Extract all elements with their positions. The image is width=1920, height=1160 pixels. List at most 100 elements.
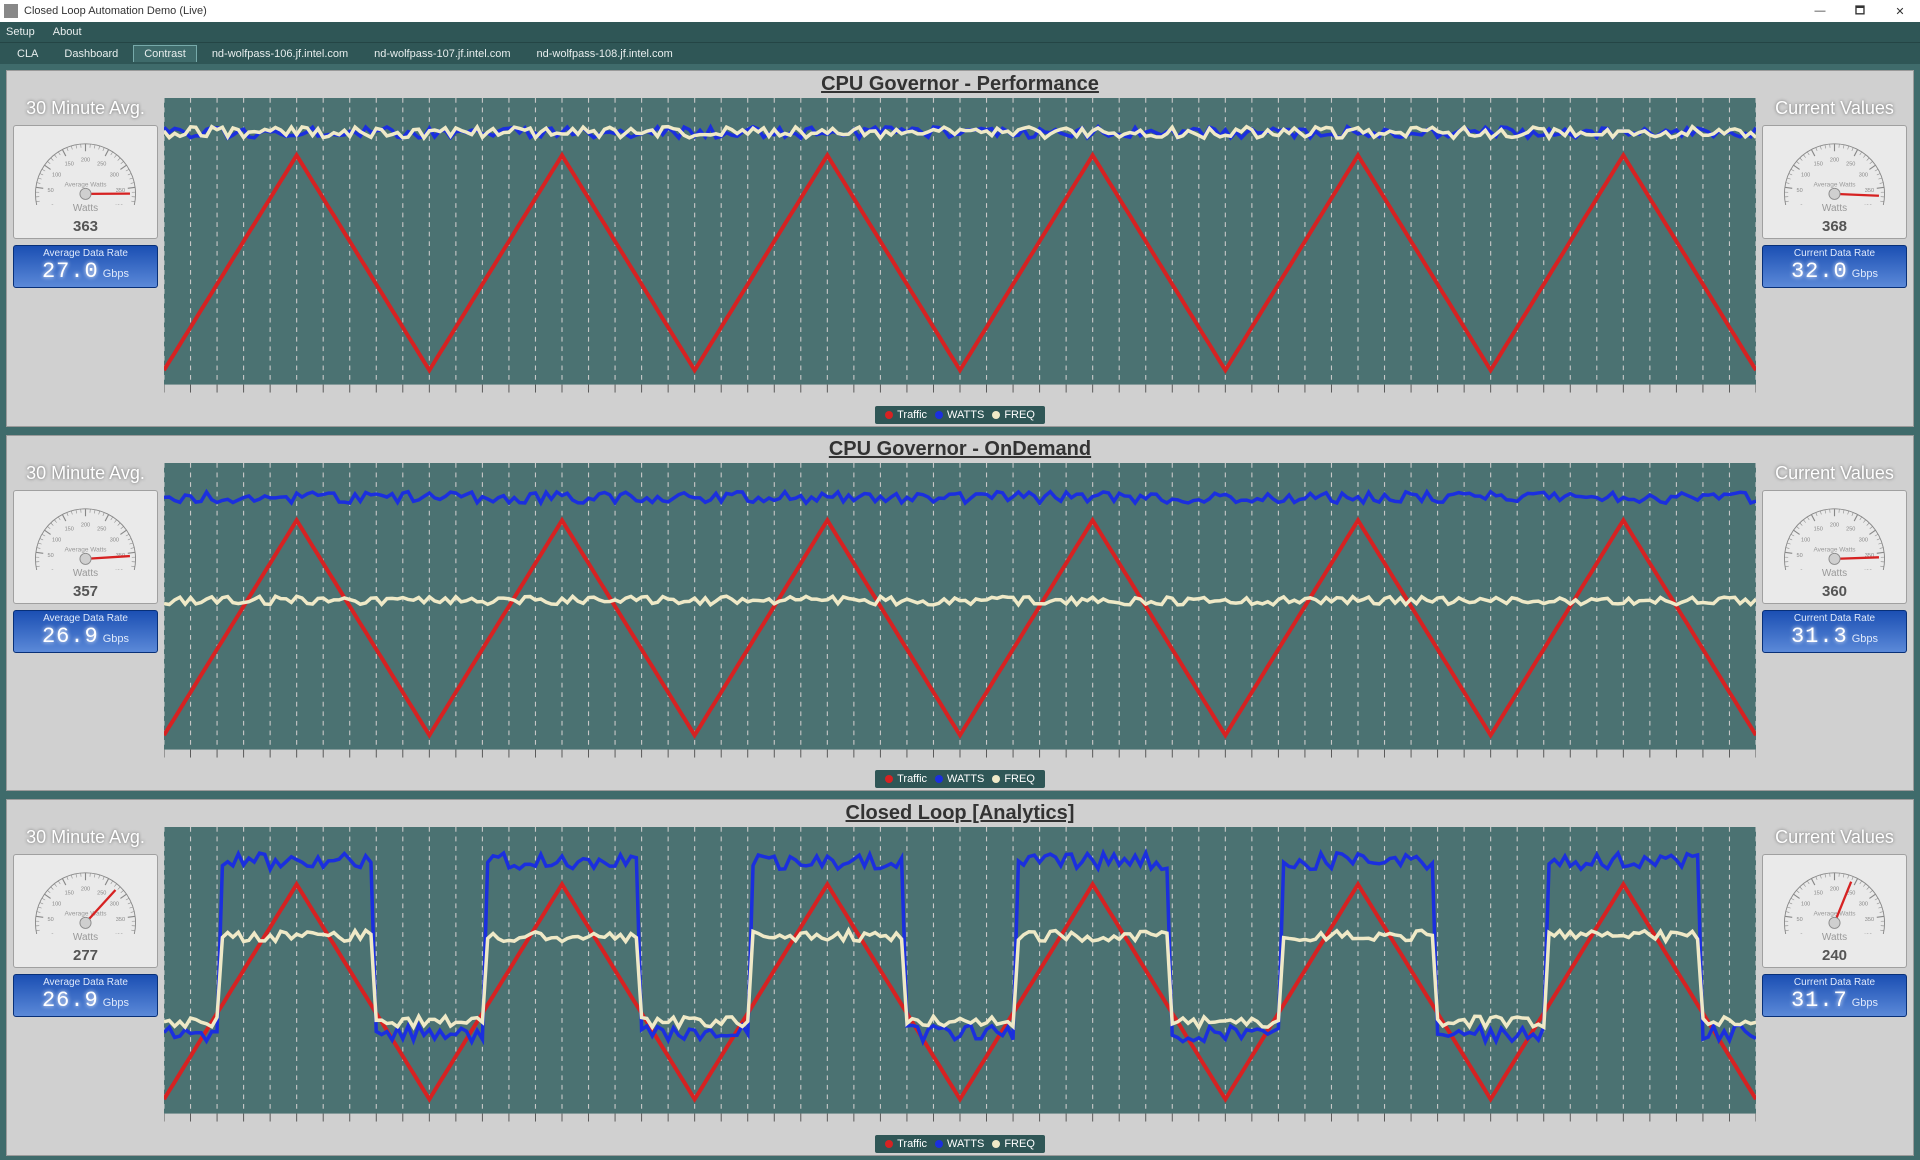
gauge-value: 368 (1822, 218, 1847, 235)
right-watts-gauge: 050100150200250300350400Average WattsWat… (1762, 125, 1907, 239)
gauge-unit: Watts (1822, 568, 1847, 579)
panel-body: 30 Minute Avg.050100150200250300350400Av… (7, 98, 1913, 426)
svg-text:200: 200 (81, 522, 90, 528)
rate-label: Average Data Rate (18, 248, 153, 259)
svg-text:150: 150 (1814, 526, 1823, 532)
rate-unit: Gbps (103, 633, 129, 645)
tab-cla[interactable]: CLA (6, 45, 49, 63)
svg-text:100: 100 (1801, 537, 1810, 543)
svg-text:100: 100 (52, 537, 61, 543)
svg-text:50: 50 (47, 188, 53, 194)
legend-item-traffic: Traffic (885, 1138, 927, 1150)
svg-text:350: 350 (1865, 917, 1874, 923)
left-side-column: 30 Minute Avg.050100150200250300350400Av… (13, 98, 158, 424)
left-side-heading: 30 Minute Avg. (13, 463, 158, 484)
left-watts-gauge: 050100150200250300350400Average WattsWat… (13, 854, 158, 968)
rate-unit: Gbps (1852, 997, 1878, 1009)
left-side-heading: 30 Minute Avg. (13, 827, 158, 848)
left-side-column: 30 Minute Avg.050100150200250300350400Av… (13, 463, 158, 789)
legend-item-traffic: Traffic (885, 409, 927, 421)
svg-text:50: 50 (1796, 188, 1802, 194)
left-data-rate-lcd: Average Data Rate26.9 Gbps (13, 610, 158, 653)
app-icon (4, 4, 18, 18)
gauge-unit: Watts (73, 203, 98, 214)
panel-2: Closed Loop [Analytics]30 Minute Avg.050… (6, 799, 1914, 1156)
svg-text:300: 300 (1859, 902, 1868, 908)
left-data-rate-lcd: Average Data Rate27.0Gbps (13, 245, 158, 288)
tab-nd-wolfpass-107-jf-intel-com[interactable]: nd-wolfpass-107.jf.intel.com (363, 45, 521, 63)
svg-text:250: 250 (97, 526, 106, 532)
left-data-rate-lcd: Average Data Rate26.9Gbps (13, 974, 158, 1017)
svg-text:350: 350 (116, 917, 125, 923)
svg-text:200: 200 (81, 887, 90, 893)
svg-text:100: 100 (1801, 902, 1810, 908)
left-side-heading: 30 Minute Avg. (13, 98, 158, 119)
rate-value: 32.0 (1791, 259, 1848, 284)
legend-item-traffic: Traffic (885, 773, 927, 785)
right-side-column: Current Values050100150200250300350400Av… (1762, 98, 1907, 424)
time-series-chart: Traffic WATTS FREQ (164, 98, 1756, 424)
rate-unit: Gbps (1852, 268, 1878, 280)
legend-item-watts: WATTS (935, 773, 984, 785)
gauge-value: 363 (73, 218, 98, 235)
tab-contrast[interactable]: Contrast (133, 45, 197, 62)
svg-text:150: 150 (65, 891, 74, 897)
svg-text:150: 150 (65, 161, 74, 167)
maximize-button[interactable]: 🗖 (1840, 2, 1880, 21)
svg-text:100: 100 (1801, 172, 1810, 178)
legend-item-freq: FREQ (992, 409, 1035, 421)
titlebar: Closed Loop Automation Demo (Live) — 🗖 ✕ (0, 0, 1920, 22)
svg-text:150: 150 (1814, 891, 1823, 897)
rate-label: Current Data Rate (1767, 613, 1902, 624)
panel-title: CPU Governor - Performance (7, 71, 1913, 98)
chart-legend: Traffic WATTS FREQ (875, 770, 1045, 788)
right-data-rate-lcd: Current Data Rate31.3Gbps (1762, 610, 1907, 653)
svg-text:100: 100 (52, 902, 61, 908)
tab-nd-wolfpass-106-jf-intel-com[interactable]: nd-wolfpass-106.jf.intel.com (201, 45, 359, 63)
menu-about[interactable]: About (53, 26, 82, 38)
left-watts-gauge: 050100150200250300350400Average WattsWat… (13, 125, 158, 239)
right-side-heading: Current Values (1762, 463, 1907, 484)
minimize-button[interactable]: — (1800, 5, 1840, 17)
svg-text:Average Watts: Average Watts (64, 181, 106, 188)
window-title: Closed Loop Automation Demo (Live) (24, 5, 207, 17)
svg-text:200: 200 (81, 157, 90, 163)
menubar: Setup About (0, 22, 1920, 42)
right-side-heading: Current Values (1762, 827, 1907, 848)
svg-text:200: 200 (1830, 522, 1839, 528)
rate-value: 26.9 (42, 624, 99, 649)
svg-text:Average Watts: Average Watts (1813, 546, 1855, 553)
right-side-column: Current Values050100150200250300350400Av… (1762, 827, 1907, 1153)
svg-text:300: 300 (110, 172, 119, 178)
svg-text:50: 50 (1796, 917, 1802, 923)
svg-text:200: 200 (1830, 157, 1839, 163)
svg-text:50: 50 (47, 553, 53, 559)
svg-text:50: 50 (47, 917, 53, 923)
svg-text:50: 50 (1796, 553, 1802, 559)
svg-text:300: 300 (1859, 172, 1868, 178)
right-watts-gauge: 050100150200250300350400Average WattsWat… (1762, 854, 1907, 968)
svg-text:Average Watts: Average Watts (1813, 181, 1855, 188)
svg-text:100: 100 (52, 172, 61, 178)
panel-body: 30 Minute Avg.050100150200250300350400Av… (7, 827, 1913, 1155)
svg-text:300: 300 (110, 902, 119, 908)
tab-dashboard[interactable]: Dashboard (53, 45, 129, 63)
close-button[interactable]: ✕ (1880, 5, 1920, 18)
panels-container: CPU Governor - Performance30 Minute Avg.… (0, 64, 1920, 1160)
panel-title: Closed Loop [Analytics] (7, 800, 1913, 827)
legend-item-freq: FREQ (992, 1138, 1035, 1150)
svg-text:250: 250 (1846, 526, 1855, 532)
legend-item-freq: FREQ (992, 773, 1035, 785)
chart-legend: Traffic WATTS FREQ (875, 406, 1045, 424)
right-side-heading: Current Values (1762, 98, 1907, 119)
time-series-chart: TrafficWATTSFREQ (164, 827, 1756, 1153)
menu-setup[interactable]: Setup (6, 26, 35, 38)
rate-value: 27.0 (42, 259, 99, 284)
legend-item-watts: WATTS (935, 409, 984, 421)
svg-text:150: 150 (1814, 161, 1823, 167)
panel-title: CPU Governor - OnDemand (7, 436, 1913, 463)
gauge-unit: Watts (1822, 932, 1847, 943)
tab-nd-wolfpass-108-jf-intel-com[interactable]: nd-wolfpass-108.jf.intel.com (526, 45, 684, 63)
rate-label: Average Data Rate (18, 613, 153, 624)
rate-value: 31.7 (1791, 988, 1848, 1013)
